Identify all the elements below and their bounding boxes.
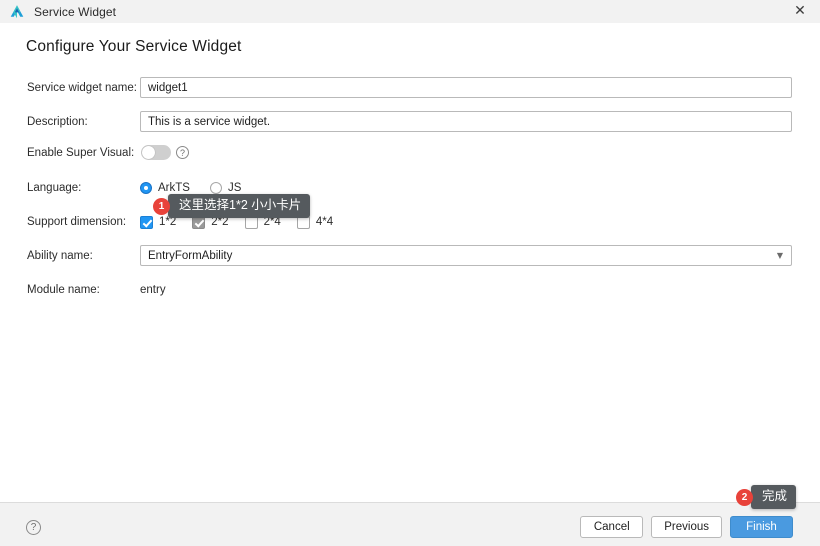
question-mark-icon[interactable]: ? (26, 520, 41, 535)
cancel-button[interactable]: Cancel (580, 516, 644, 538)
radio-arkts[interactable]: ArkTS (140, 182, 190, 194)
label-support-dimension: Support dimension: (27, 216, 127, 228)
super-visual-toggle[interactable] (141, 145, 171, 160)
row-description: Description: (0, 111, 820, 133)
radio-dot-icon (140, 182, 152, 194)
label-description: Description: (27, 116, 88, 128)
label-module-name: Module name: (27, 284, 100, 296)
footer-button-group: Cancel Previous Finish (580, 516, 793, 538)
radio-arkts-label: ArkTS (158, 182, 190, 194)
annotation-callout-1: 1 这里选择1*2 小小卡片 (153, 194, 311, 218)
ability-name-value: EntryFormAbility (148, 249, 233, 262)
window-title: Service Widget (34, 4, 117, 19)
row-support-dimension: Support dimension: 1*2 2*2 2*4 4*4 (0, 211, 820, 233)
widget-name-input[interactable] (140, 77, 792, 98)
annotation-text: 完成 (745, 485, 797, 509)
radio-js[interactable]: JS (209, 182, 242, 194)
label-language: Language: (27, 182, 82, 194)
description-input[interactable] (140, 111, 792, 132)
annotation-text: 这里选择1*2 小小卡片 (162, 194, 311, 218)
row-ability-name: Ability name: EntryFormAbility ▼ (0, 245, 820, 267)
harmonyos-delta-icon (10, 4, 24, 18)
checkbox-icon (140, 215, 153, 229)
row-widget-name: Service widget name: (0, 77, 820, 99)
row-module-name: Module name: entry (0, 279, 820, 301)
label-widget-name: Service widget name: (27, 82, 137, 94)
radio-dot-icon (209, 182, 222, 194)
dialog-body: Configure Your Service Widget Service wi… (0, 23, 820, 502)
row-super-visual: Enable Super Visual: ? (0, 142, 820, 164)
label-ability-name: Ability name: (27, 250, 93, 262)
ability-name-dropdown[interactable]: EntryFormAbility ▼ (140, 245, 792, 266)
chevron-down-icon: ▼ (776, 250, 784, 260)
question-mark-icon[interactable]: ? (176, 146, 189, 159)
annotation-callout-2: 2 完成 (736, 485, 797, 509)
annotation-badge: 1 (153, 197, 170, 215)
radio-js-label: JS (227, 182, 242, 194)
row-language: Language: ArkTS JS (0, 177, 820, 199)
finish-button[interactable]: Finish (730, 516, 793, 538)
title-bar: Service Widget ✕ (0, 0, 820, 24)
checkbox-4x4-label: 4*4 (315, 216, 334, 228)
page-title: Configure Your Service Widget (26, 38, 242, 55)
label-super-visual: Enable Super Visual: (27, 147, 135, 159)
service-widget-dialog: Service Widget ✕ Configure Your Service … (0, 0, 820, 546)
close-icon[interactable]: ✕ (780, 0, 820, 22)
previous-button[interactable]: Previous (651, 516, 722, 538)
toggle-knob (142, 146, 155, 159)
module-name-value: entry (140, 284, 166, 296)
annotation-badge: 2 (736, 488, 753, 506)
dialog-footer: ? Cancel Previous Finish (0, 502, 820, 546)
